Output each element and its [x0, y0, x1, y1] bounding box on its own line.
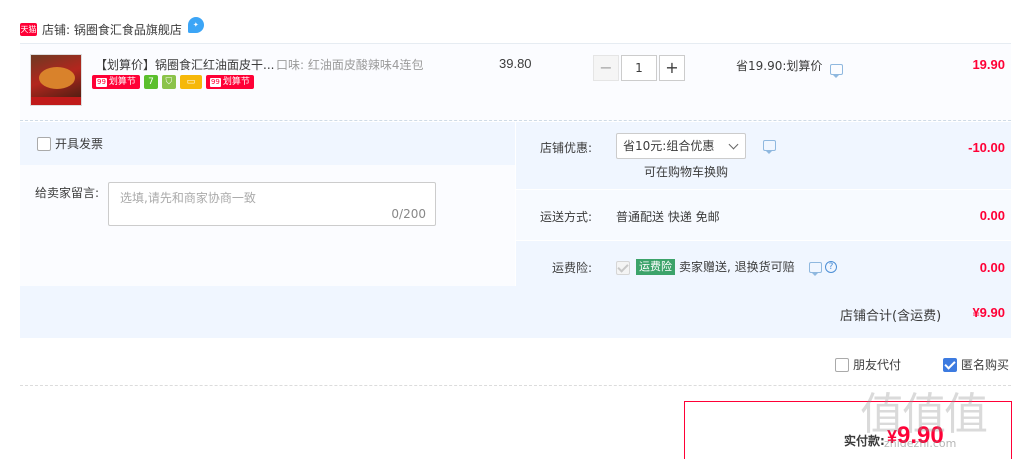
tmall-icon: 天猫 [20, 22, 37, 36]
message-placeholder: 选填,请先和商家协商一致 [120, 191, 256, 205]
insurance-badge: 运费险 [636, 258, 675, 275]
chevron-down-icon [728, 139, 739, 150]
promo-tag-sale-2: 99 划算节 [205, 75, 254, 89]
message-label: 给卖家留言: [35, 186, 100, 200]
promo-tag-sale: 99 划算节 [92, 75, 140, 89]
store-discount-amount: -10.00 [968, 140, 1005, 155]
shop-header: 天猫 店铺: 锅圈食汇食品旗舰店 ✦ [20, 17, 204, 40]
insurance-description: 卖家赠送, 退换货可赔 [679, 260, 795, 274]
promo-tags: 99 划算节 7 ⛉ ▭ 99 划算节 [92, 75, 254, 89]
product-title-link[interactable]: 【划算价】锅圈食汇红油面皮干... [95, 56, 274, 73]
store-subtotal-amount: ¥9.90 [972, 305, 1005, 320]
order-options-panel: 开具发票 给卖家留言: 选填,请先和商家协商一致 0/200 店铺优惠: 省10… [20, 122, 1011, 338]
message-section: 给卖家留言: 选填,请先和商家协商一致 0/200 [20, 165, 515, 286]
friend-pay-label: 朋友代付 [853, 358, 902, 372]
shipping-amount: 0.00 [979, 208, 1005, 223]
watermark-site: zhidezhi.com [884, 437, 957, 450]
shipping-row: 运送方式: 普通配送 快递 免邮 0.00 [516, 190, 1011, 241]
shipping-insurance-row: 运费险: 运费险 卖家赠送, 退换货可赔 ? 0.00 [516, 241, 1011, 286]
product-spec: 口味: 红油面皮酸辣味4连包 [276, 58, 424, 72]
insurance-checkbox [616, 260, 630, 275]
discount-message-icon[interactable] [763, 140, 776, 154]
invoice-section: 开具发票 [20, 122, 515, 165]
store-discount-selected: 省10元:组合优惠 [623, 139, 715, 153]
message-icon[interactable] [830, 64, 843, 78]
fees-section: 店铺优惠: 省10元:组合优惠 可在购物车换购 -10.00 运送方式: 普通配… [516, 122, 1011, 286]
shipping-method: 普通配送 快递 免邮 [616, 210, 720, 224]
watermark-logo: 值值值 [860, 389, 988, 440]
shipping-label: 运送方式: [540, 210, 593, 224]
seven-day-return-icon: 7 [143, 75, 158, 89]
quantity-decrease-button[interactable]: − [593, 55, 619, 81]
quantity-input[interactable]: 1 [621, 55, 657, 81]
cart-item-row: 【划算价】锅圈食汇红油面皮干... 口味: 红油面皮酸辣味4连包 99 划算节 7… [20, 43, 1011, 121]
anonymous-purchase-option[interactable]: 匿名购买 [943, 356, 1009, 373]
guarantee-icon: ⛉ [161, 75, 176, 89]
savings-text: 省19.90:划算价 [736, 59, 823, 73]
product-thumbnail[interactable] [30, 54, 82, 106]
quantity-stepper: − 1 + [593, 55, 685, 81]
invoice-label: 开具发票 [55, 137, 104, 151]
message-char-count: 0/200 [391, 207, 426, 221]
store-discount-row: 店铺优惠: 省10元:组合优惠 可在购物车换购 -10.00 [516, 122, 1011, 190]
insurance-amount: 0.00 [979, 260, 1005, 275]
invoice-checkbox[interactable] [37, 136, 51, 151]
product-image-strip [31, 97, 81, 105]
seller-message-input[interactable]: 选填,请先和商家协商一致 0/200 [108, 182, 436, 226]
friend-pay-checkbox[interactable] [835, 357, 849, 372]
anonymous-purchase-checkbox[interactable] [943, 357, 957, 372]
insurance-label: 运费险: [552, 261, 593, 275]
product-image-bowl [39, 67, 75, 89]
invoice-option[interactable]: 开具发票 [37, 135, 103, 152]
credit-card-icon: ▭ [179, 75, 202, 89]
store-subtotal-row: 店铺合计(含运费) ¥9.90 [20, 286, 1011, 338]
anonymous-purchase-label: 匿名购买 [961, 358, 1010, 372]
store-subtotal-label: 店铺合计(含运费) [840, 309, 942, 324]
store-discount-label: 店铺优惠: [540, 141, 593, 155]
friend-pay-option[interactable]: 朋友代付 [835, 356, 901, 373]
quantity-increase-button[interactable]: + [659, 55, 685, 81]
help-icon[interactable]: ? [825, 261, 837, 273]
chat-icon[interactable]: ✦ [187, 17, 204, 33]
unit-price: 39.80 [499, 56, 532, 71]
store-discount-hint[interactable]: 可在购物车换购 [644, 163, 728, 180]
insurance-message-icon[interactable] [809, 262, 822, 276]
insurance-info: 运费险 卖家赠送, 退换货可赔 [636, 258, 795, 275]
item-total-price: 19.90 [972, 57, 1005, 72]
store-discount-select[interactable]: 省10元:组合优惠 [616, 133, 746, 159]
shop-name-link[interactable]: 店铺: 锅圈食汇食品旗舰店 [42, 21, 182, 38]
